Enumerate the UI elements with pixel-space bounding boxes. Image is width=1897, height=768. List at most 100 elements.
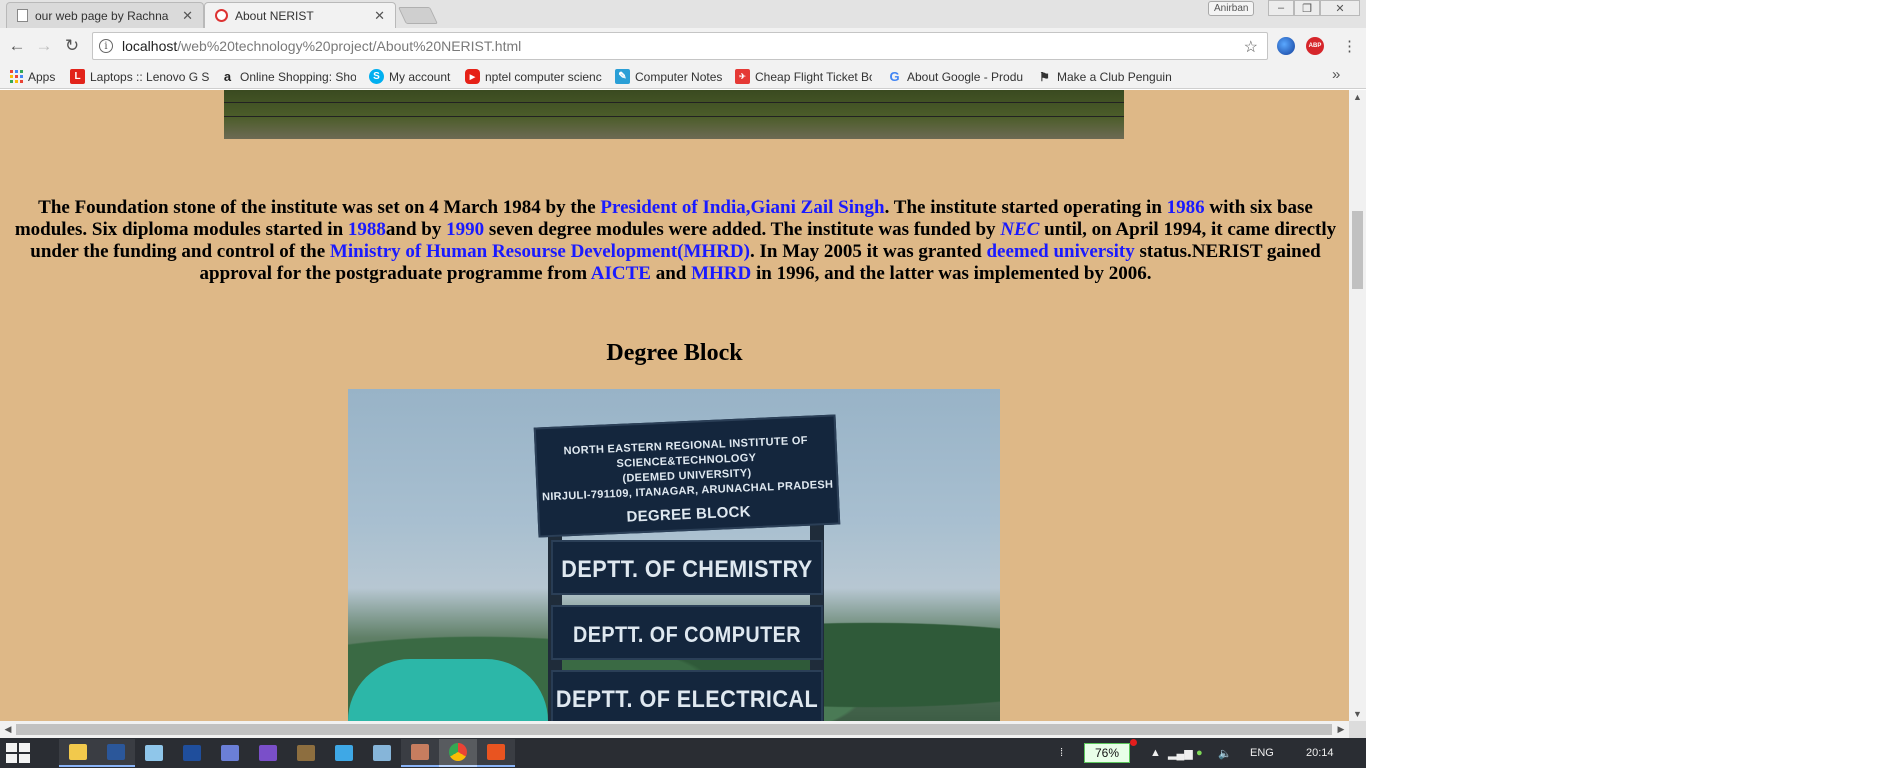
link-deemed-university[interactable]: deemed university bbox=[986, 241, 1134, 262]
taskbar-glasses-app-button[interactable] bbox=[249, 739, 287, 767]
notification-dot-icon bbox=[1130, 739, 1137, 746]
bookmark-club-penguin[interactable]: ⚑ Make a Club Penguin bbox=[1037, 68, 1177, 85]
extension-globe-icon[interactable] bbox=[1277, 37, 1295, 55]
bookmark-label: Make a Club Penguin bbox=[1057, 69, 1172, 84]
horizontal-scroll-thumb[interactable] bbox=[16, 724, 1332, 735]
taskbar-word-button[interactable] bbox=[97, 739, 135, 767]
tab-our-web-page[interactable]: our web page by Rachna ✕ bbox=[6, 2, 204, 28]
scroll-right-arrow-icon[interactable]: ▶ bbox=[1333, 721, 1349, 738]
bookmark-online-shopping[interactable]: a Online Shopping: Sho bbox=[220, 68, 356, 85]
back-button[interactable]: ← bbox=[6, 35, 28, 57]
new-tab-button[interactable] bbox=[398, 7, 438, 24]
degree-block-heading: Degree Block bbox=[606, 340, 743, 366]
bookmark-cheap-flight[interactable]: ✈ Cheap Flight Ticket Bo bbox=[735, 68, 872, 85]
vertical-scrollbar[interactable]: ▲ ▼ bbox=[1349, 90, 1366, 721]
ubuntu-app-icon bbox=[487, 744, 505, 760]
paragraph-text: in 1996, and the latter was implemented … bbox=[751, 263, 1152, 284]
bookmark-lenovo[interactable]: L Laptops :: Lenovo G S bbox=[70, 68, 212, 85]
bookmark-star-icon[interactable]: ☆ bbox=[1244, 37, 1258, 57]
tab-title: About NERIST bbox=[235, 8, 314, 23]
taskbar-paint-button[interactable] bbox=[173, 739, 211, 767]
taskbar-notepad-button[interactable] bbox=[135, 739, 173, 767]
windows-taskbar: ⁞ 76% ▲ ▂▄▆ ● 🔈 ENG 20:14 bbox=[0, 738, 1366, 768]
chrome-icon bbox=[449, 743, 467, 761]
url-text[interactable]: localhost/web%20technology%20project/Abo… bbox=[122, 38, 521, 54]
taskbar-remote-desktop-button[interactable] bbox=[211, 739, 249, 767]
campus-photo-top bbox=[224, 90, 1124, 139]
bookmark-about-google[interactable]: G About Google - Produ bbox=[887, 68, 1027, 85]
paragraph-text: seven degree modules were added. The ins… bbox=[484, 219, 1001, 240]
restore-button[interactable]: ❐ bbox=[1294, 0, 1320, 16]
taskbar-network-app-button[interactable] bbox=[363, 739, 401, 767]
bracket-app-icon bbox=[335, 745, 353, 761]
battery-indicator[interactable]: 76% bbox=[1084, 743, 1130, 763]
page-icon bbox=[17, 9, 28, 22]
close-window-button[interactable]: ✕ bbox=[1320, 0, 1360, 16]
scroll-up-arrow-icon[interactable]: ▲ bbox=[1349, 90, 1366, 104]
tab-close-icon[interactable]: ✕ bbox=[374, 8, 385, 24]
scrollbar-corner bbox=[1349, 721, 1366, 738]
vertical-scroll-thumb[interactable] bbox=[1352, 211, 1363, 289]
forward-button[interactable]: → bbox=[33, 35, 55, 57]
site-info-icon[interactable]: i bbox=[99, 39, 113, 53]
link-aicte[interactable]: AICTE bbox=[591, 263, 651, 284]
reload-button[interactable]: ↻ bbox=[61, 35, 83, 57]
url-path: /web%20technology%20project/About%20NERI… bbox=[177, 38, 522, 54]
bookmark-nptel[interactable]: ▶ nptel computer scienc bbox=[465, 68, 603, 85]
google-icon: G bbox=[889, 69, 900, 84]
link-nec[interactable]: NEC bbox=[1000, 219, 1039, 240]
profile-button[interactable]: Anirban bbox=[1208, 1, 1255, 16]
institute-signboard: NORTH EASTERN REGIONAL INSTITUTE OF SCIE… bbox=[533, 414, 841, 538]
paragraph-text: The Foundation stone of the institute wa… bbox=[38, 197, 601, 218]
link-1988[interactable]: 1988 bbox=[348, 219, 386, 240]
clock[interactable]: 20:14 bbox=[1306, 738, 1334, 768]
network-signal-icon[interactable]: ▂▄▆ bbox=[1168, 738, 1193, 768]
show-hidden-icons-icon[interactable]: ▲ bbox=[1150, 738, 1161, 768]
glasses-app-icon bbox=[259, 745, 277, 761]
blank-area bbox=[1366, 0, 1897, 768]
link-1986[interactable]: 1986 bbox=[1167, 197, 1205, 218]
degree-block-photo: NORTH EASTERN REGIONAL INSTITUTE OF SCIE… bbox=[348, 389, 1000, 721]
language-indicator[interactable]: ENG bbox=[1250, 738, 1274, 768]
bookmarks-overflow-button[interactable]: » bbox=[1332, 66, 1340, 83]
sign-dept-computer-science: DEPTT. OF COMPUTER SC.&ENGG. bbox=[551, 605, 823, 702]
network-app-icon bbox=[373, 745, 391, 761]
scroll-left-arrow-icon[interactable]: ◀ bbox=[0, 721, 16, 738]
volume-icon[interactable]: 🔈 bbox=[1218, 738, 1232, 768]
media-app-icon bbox=[297, 745, 315, 761]
address-bar[interactable]: i localhost/web%20technology%20project/A… bbox=[92, 32, 1268, 60]
sign-degree-block: DEGREE BLOCK bbox=[626, 503, 752, 526]
tab-close-icon[interactable]: ✕ bbox=[182, 8, 193, 24]
windows-start-icon[interactable] bbox=[6, 743, 30, 763]
tab-about-nerist[interactable]: About NERIST ✕ bbox=[204, 2, 396, 28]
link-1990[interactable]: 1990 bbox=[446, 219, 484, 240]
paragraph-text: and by bbox=[385, 219, 447, 240]
file-explorer-icon bbox=[69, 744, 87, 760]
bookmark-label: Laptops :: Lenovo G S bbox=[90, 69, 210, 84]
security-shield-icon[interactable]: ● bbox=[1196, 738, 1203, 768]
taskbar-media-app-button[interactable] bbox=[287, 739, 325, 767]
bookmark-label: Online Shopping: Sho bbox=[240, 69, 356, 84]
tray-grip-icon: ⁞ bbox=[1060, 747, 1064, 759]
scroll-down-arrow-icon[interactable]: ▼ bbox=[1349, 707, 1366, 721]
link-mhrd[interactable]: MHRD bbox=[691, 263, 751, 284]
barbed-wire bbox=[224, 102, 1124, 103]
bookmark-apps[interactable]: Apps bbox=[10, 68, 62, 85]
remote-desktop-icon bbox=[221, 745, 239, 761]
minimize-button[interactable]: – bbox=[1268, 0, 1294, 16]
taskbar-chrome-button[interactable] bbox=[439, 739, 477, 767]
taskbar-ubuntu-app-button[interactable] bbox=[477, 739, 515, 767]
taskbar-bracket-app-button[interactable] bbox=[325, 739, 363, 767]
tab-title: our web page by Rachna bbox=[35, 8, 169, 23]
bookmark-my-account[interactable]: S My account bbox=[369, 68, 461, 85]
link-mhrd-ministry[interactable]: Ministry of Human Resourse Development(M… bbox=[330, 241, 750, 262]
page-viewport: The Foundation stone of the institute wa… bbox=[0, 90, 1349, 721]
taskbar-compass-app-button[interactable] bbox=[401, 739, 439, 767]
bookmark-computer-notes[interactable]: ✎ Computer Notes bbox=[615, 68, 727, 85]
chrome-menu-icon[interactable]: ⋮ bbox=[1342, 37, 1357, 55]
link-president-of-india[interactable]: President of India,Giani Zail Singh bbox=[600, 197, 884, 218]
adblock-plus-icon[interactable]: ABP bbox=[1306, 37, 1324, 55]
horizontal-scrollbar[interactable]: ◀ ▶ bbox=[0, 721, 1349, 738]
club-penguin-icon: ⚑ bbox=[1039, 69, 1050, 84]
taskbar-file-explorer-button[interactable] bbox=[59, 739, 97, 767]
